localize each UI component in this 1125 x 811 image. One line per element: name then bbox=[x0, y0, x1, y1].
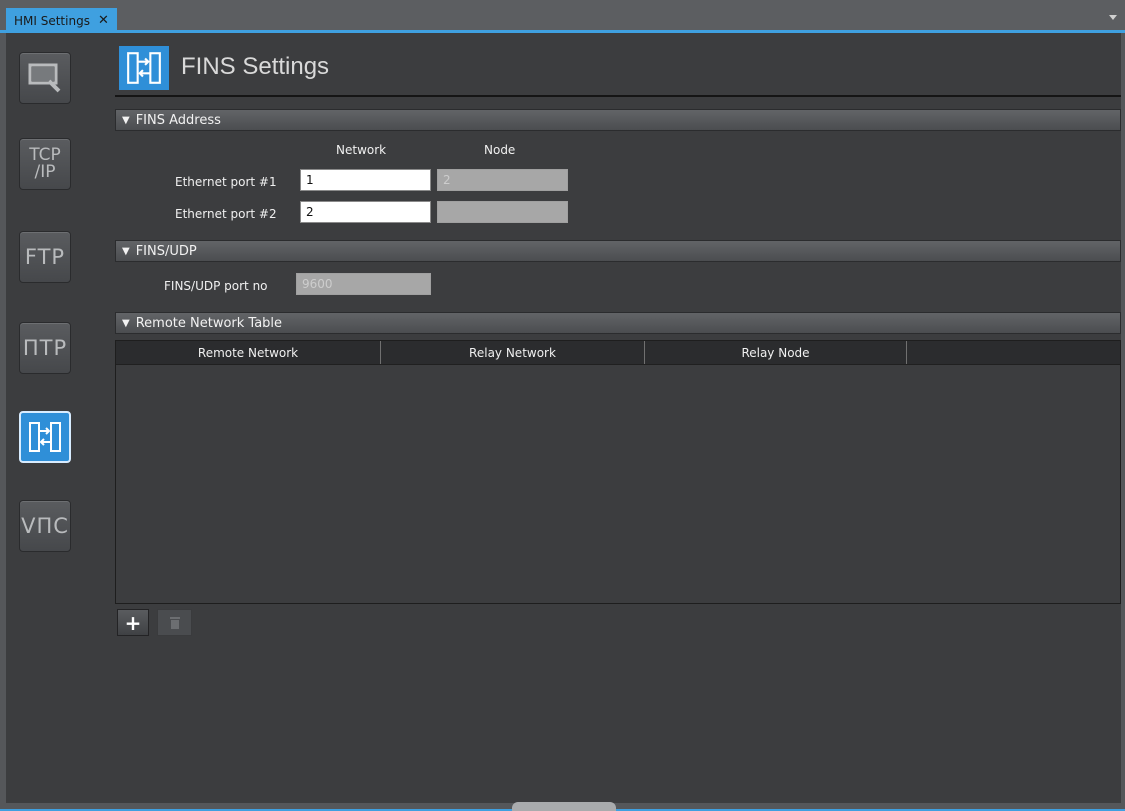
remote-network-table[interactable]: Remote Network Relay Network Relay Node bbox=[115, 340, 1121, 604]
plus-icon: + bbox=[124, 610, 142, 635]
tab-menu-dropdown-icon[interactable] bbox=[1109, 15, 1117, 20]
add-row-button[interactable]: + bbox=[117, 609, 149, 636]
table-header: Remote Network Relay Network Relay Node bbox=[116, 341, 1120, 365]
page-title: FINS Settings bbox=[181, 53, 330, 80]
close-icon[interactable]: ✕ bbox=[98, 13, 109, 28]
collapse-triangle-icon: ▼ bbox=[122, 317, 130, 329]
trash-icon bbox=[169, 616, 180, 629]
nav-tcpip-button[interactable]: TCP /IP bbox=[19, 138, 71, 190]
page-header: FINS Settings bbox=[115, 43, 1121, 97]
delete-row-button bbox=[157, 609, 192, 636]
section-fins-address[interactable]: ▼ FINS Address bbox=[115, 109, 1121, 131]
column-header-relay-node[interactable]: Relay Node bbox=[645, 341, 907, 364]
port2-node-field bbox=[437, 201, 568, 223]
fins-exchange-icon bbox=[29, 422, 61, 452]
resize-grip-handle[interactable] bbox=[512, 802, 616, 811]
tab-hmi-settings[interactable]: HMI Settings ✕ bbox=[6, 8, 117, 33]
fins-udp-port-label: FINS/UDP port no bbox=[164, 279, 268, 293]
nav-display-settings-button[interactable] bbox=[19, 52, 71, 104]
collapse-triangle-icon: ▼ bbox=[122, 114, 130, 126]
ntp-icon: ПTP bbox=[22, 336, 68, 360]
section-remote-network-table[interactable]: ▼ Remote Network Table bbox=[115, 312, 1121, 334]
port1-network-field[interactable]: 1 bbox=[300, 169, 431, 191]
section-fins-udp[interactable]: ▼ FINS/UDP bbox=[115, 240, 1121, 262]
section-label: Remote Network Table bbox=[135, 315, 283, 331]
ftp-icon: FTP bbox=[24, 245, 66, 269]
monitor-search-icon bbox=[28, 63, 61, 93]
nav-ntp-button[interactable]: ПTP bbox=[19, 322, 71, 374]
tab-strip: HMI Settings ✕ bbox=[0, 0, 1125, 33]
column-header-remote-network[interactable]: Remote Network bbox=[116, 341, 381, 364]
fins-settings-icon bbox=[119, 46, 169, 90]
port1-node-field: 2 bbox=[437, 169, 568, 191]
section-label: FINS Address bbox=[135, 112, 221, 128]
ethernet-port1-label: Ethernet port #1 bbox=[175, 175, 277, 189]
nav-vnc-button[interactable]: VПC bbox=[19, 500, 71, 552]
column-header-relay-network[interactable]: Relay Network bbox=[381, 341, 645, 364]
port2-network-field[interactable]: 2 bbox=[300, 201, 431, 223]
nav-ftp-button[interactable]: FTP bbox=[19, 231, 71, 283]
vnc-icon: VПC bbox=[21, 514, 69, 538]
nav-fins-button[interactable] bbox=[19, 411, 71, 463]
column-node-label: Node bbox=[484, 143, 516, 157]
tcpip-icon: TCP /IP bbox=[29, 145, 61, 182]
ethernet-port2-label: Ethernet port #2 bbox=[175, 207, 277, 221]
fins-udp-port-field: 9600 bbox=[296, 273, 431, 295]
column-network-label: Network bbox=[336, 143, 387, 157]
tab-label: HMI Settings bbox=[14, 13, 90, 28]
section-label: FINS/UDP bbox=[135, 243, 197, 259]
collapse-triangle-icon: ▼ bbox=[122, 245, 130, 257]
